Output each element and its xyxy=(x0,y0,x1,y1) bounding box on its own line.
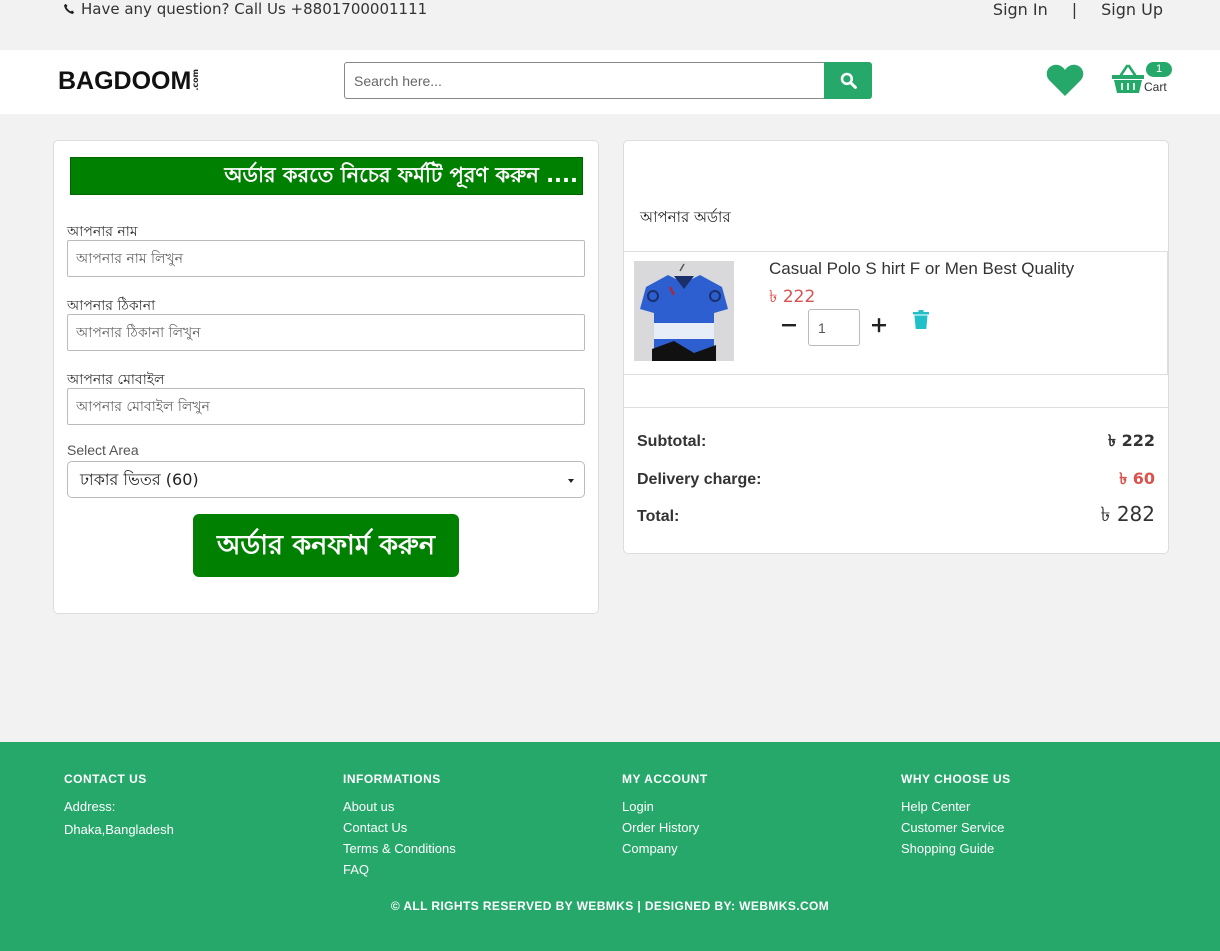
product-image[interactable] xyxy=(634,261,734,361)
logo-text: BAGDOOM xyxy=(58,67,192,95)
contact-info: Have any question? Call Us +880170000111… xyxy=(63,0,427,18)
footer-link-contact[interactable]: Contact Us xyxy=(343,817,456,838)
footer-link-help-center[interactable]: Help Center xyxy=(901,796,1011,817)
cart-label: Cart xyxy=(1144,80,1167,94)
cart-button[interactable]: 1 Cart xyxy=(1111,59,1175,103)
trash-icon[interactable] xyxy=(913,310,929,329)
delivery-value: ৳ 60 xyxy=(1119,469,1155,488)
sign-in-link[interactable]: Sign In xyxy=(993,0,1048,19)
footer-contact-column: CONTACT US Address: Dhaka,Bangladesh xyxy=(64,772,174,840)
auth-links: Sign In | Sign Up xyxy=(993,0,1163,19)
site-logo[interactable]: BAGDOOM .com xyxy=(58,67,200,95)
product-price: ৳ 222 xyxy=(769,287,816,307)
search-bar xyxy=(344,62,872,99)
footer-link-about[interactable]: About us xyxy=(343,796,456,817)
delivery-label: Delivery charge: xyxy=(637,470,762,488)
area-select[interactable]: ঢাকার ভিতর (60) xyxy=(67,461,585,498)
total-value: ৳ 282 xyxy=(1100,502,1156,526)
search-button[interactable] xyxy=(824,62,872,99)
minus-icon xyxy=(782,324,796,327)
summary-divider xyxy=(624,407,1168,408)
wishlist-heart-icon[interactable] xyxy=(1046,63,1084,97)
total-row: Total: ৳ 282 xyxy=(637,500,1155,533)
footer-address-label: Address: xyxy=(64,799,116,814)
plus-icon xyxy=(872,318,886,333)
footer-informations-heading: INFORMATIONS xyxy=(343,772,441,786)
order-form-card: অর্ডার করতে নিচের ফর্মটি পূরণ করুন .... … xyxy=(53,140,599,614)
delivery-row: Delivery charge: ৳ 60 xyxy=(637,466,1155,493)
footer-link-faq[interactable]: FAQ xyxy=(343,859,456,880)
mobile-input[interactable] xyxy=(67,388,585,425)
top-bar: Have any question? Call Us +880170000111… xyxy=(0,0,1220,50)
search-icon xyxy=(840,72,857,89)
footer-link-terms[interactable]: Terms & Conditions xyxy=(343,838,456,859)
name-input[interactable] xyxy=(67,240,585,277)
footer-link-company[interactable]: Company xyxy=(622,838,708,859)
total-label: Total: xyxy=(637,507,680,525)
product-name[interactable]: Casual Polo S hirt F or Men Best Quality xyxy=(769,259,1074,279)
quantity-input[interactable] xyxy=(808,309,860,346)
footer-link-order-history[interactable]: Order History xyxy=(622,817,708,838)
basket-icon xyxy=(1112,64,1144,93)
form-banner: অর্ডার করতে নিচের ফর্মটি পূরণ করুন .... xyxy=(70,157,583,195)
cart-line-item: Casual Polo S hirt F or Men Best Quality… xyxy=(624,251,1168,375)
shirt-image-icon xyxy=(634,261,734,361)
footer-why-heading: WHY CHOOSE US xyxy=(901,772,1011,786)
footer-why-column: WHY CHOOSE US Help Center Customer Servi… xyxy=(901,772,1011,859)
footer-link-customer-service[interactable]: Customer Service xyxy=(901,817,1011,838)
footer-address: Dhaka,Bangladesh xyxy=(64,822,174,837)
sign-up-link[interactable]: Sign Up xyxy=(1101,0,1163,19)
footer-account-heading: MY ACCOUNT xyxy=(622,772,708,786)
footer-contact-heading: CONTACT US xyxy=(64,772,147,786)
subtotal-label: Subtotal: xyxy=(637,432,707,450)
site-footer: CONTACT US Address: Dhaka,Bangladesh INF… xyxy=(0,742,1220,951)
subtotal-row: Subtotal: ৳ 222 xyxy=(637,428,1155,455)
site-header: BAGDOOM .com 1 Cart xyxy=(0,50,1220,114)
search-input[interactable] xyxy=(344,62,825,99)
area-label: Select Area xyxy=(67,442,139,458)
contact-text: Have any question? Call Us +880170000111… xyxy=(81,0,428,18)
phone-icon xyxy=(64,3,75,14)
subtotal-value: ৳ 222 xyxy=(1108,431,1155,450)
copyright-text: © ALL RIGHTS RESERVED BY WEBMKS | DESIGN… xyxy=(390,899,830,913)
chevron-down-icon xyxy=(568,479,574,483)
address-input[interactable] xyxy=(67,314,585,351)
footer-link-login[interactable]: Login xyxy=(622,796,708,817)
footer-informations-column: INFORMATIONS About us Contact Us Terms &… xyxy=(343,772,456,880)
order-summary-card: আপনার অর্ডার Casual Polo S hirt F or Men… xyxy=(623,140,1169,554)
area-selected-value: ঢাকার ভিতর (60) xyxy=(80,470,199,489)
quantity-increase-button[interactable] xyxy=(869,315,889,335)
confirm-order-button[interactable]: অর্ডার কনফার্ম করুন xyxy=(193,514,459,577)
auth-separator: | xyxy=(1071,0,1078,19)
cart-count-badge: 1 xyxy=(1146,62,1172,77)
footer-account-column: MY ACCOUNT Login Order History Company xyxy=(622,772,708,859)
quantity-decrease-button[interactable] xyxy=(779,315,799,335)
order-heading: আপনার অর্ডার xyxy=(640,208,731,226)
logo-suffix: .com xyxy=(191,69,201,91)
footer-link-shopping-guide[interactable]: Shopping Guide xyxy=(901,838,1011,859)
